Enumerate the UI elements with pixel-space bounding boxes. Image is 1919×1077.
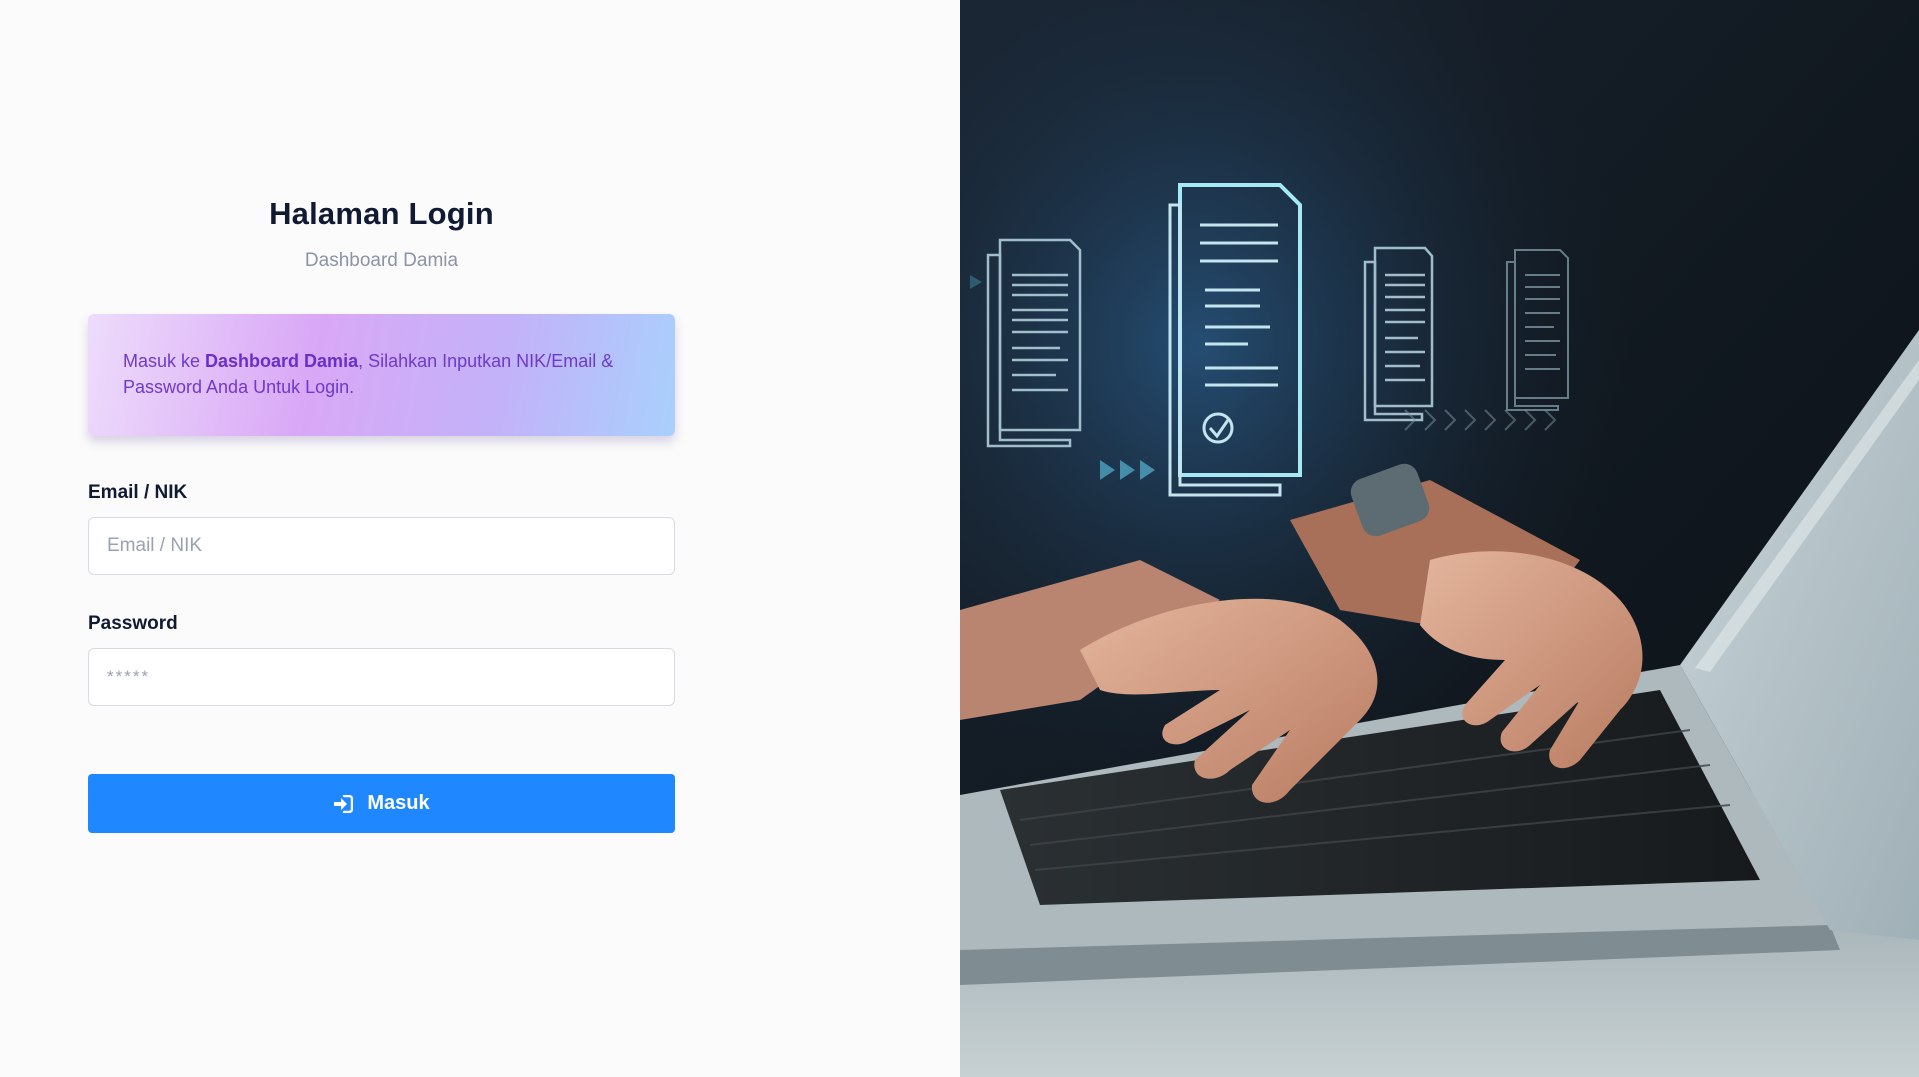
login-button[interactable]: Masuk: [88, 774, 675, 833]
login-button-label: Masuk: [367, 792, 430, 814]
password-field[interactable]: [88, 648, 675, 706]
email-field[interactable]: [88, 517, 675, 575]
password-label: Password: [88, 613, 178, 634]
alert-text-highlight: Dashboard Damia: [205, 351, 359, 371]
sign-in-icon: [333, 794, 354, 813]
laptop-documents-illustration: [960, 0, 1919, 1077]
info-alert: Masuk ke Dashboard Damia, Silahkan Input…: [88, 314, 675, 436]
login-form: Halaman Login Dashboard Damia Masuk ke D…: [88, 196, 675, 833]
page-subtitle: Dashboard Damia: [304, 250, 459, 271]
alert-text-prefix: Masuk ke: [123, 351, 206, 371]
hero-image: [960, 0, 1919, 1077]
email-label: Email / NIK: [88, 482, 188, 503]
page-title: Halaman Login: [269, 196, 494, 231]
login-page: Halaman Login Dashboard Damia Masuk ke D…: [0, 0, 1919, 1077]
login-panel: Halaman Login Dashboard Damia Masuk ke D…: [0, 0, 960, 1077]
